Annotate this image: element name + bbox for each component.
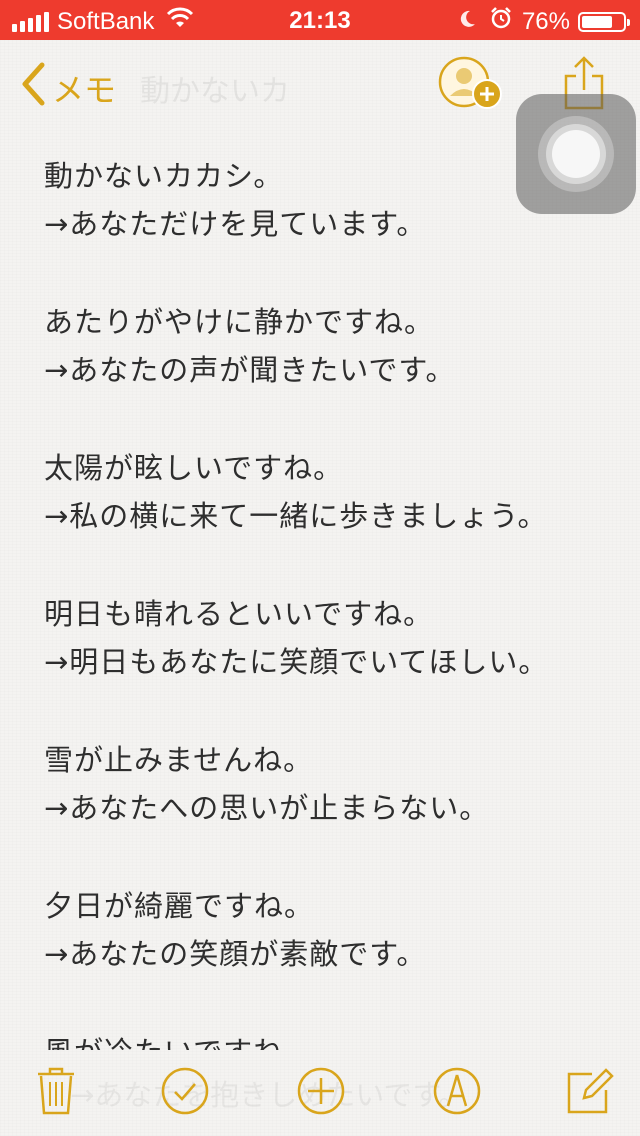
note-line: 明日も晴れるといいですね。	[44, 597, 434, 631]
assistive-touch-button[interactable]	[516, 94, 636, 214]
chevron-left-icon	[20, 62, 46, 114]
plus-circle-icon	[296, 1067, 346, 1120]
status-right: 76%	[458, 7, 630, 36]
add-person-button[interactable]	[438, 56, 506, 116]
note-line: →あなたの笑顔が素敵です。	[44, 937, 427, 971]
note-line: →あなたへの思いが止まらない。	[44, 791, 490, 825]
note-line: 夕日が綺麗ですね。	[44, 889, 315, 923]
assistive-touch-ring-inner	[552, 130, 600, 178]
sketch-button[interactable]	[432, 1066, 482, 1120]
note-body[interactable]: 動かないカカシ。 →あなただけを見ています。 あたりがやけに静かですね。 →あなたの声…	[44, 152, 624, 1050]
ghost-bottom-text: →あなたを抱きしめたいです。	[70, 1078, 468, 1112]
note-line: あたりがやけに静かですね。	[44, 305, 435, 339]
trash-icon	[36, 1067, 76, 1120]
delete-button[interactable]	[36, 1066, 76, 1120]
checklist-button[interactable]	[160, 1066, 210, 1120]
checkmark-circle-icon	[160, 1067, 210, 1120]
alarm-icon	[490, 7, 512, 36]
note-line: 風が冷たいですね。	[44, 1028, 624, 1050]
moon-icon	[458, 8, 476, 36]
battery-percent: 76%	[521, 7, 570, 35]
add-person-icon	[438, 56, 506, 116]
note-line: 太陽が眩しいですね。	[44, 451, 344, 485]
bottom-toolbar: →あなたを抱きしめたいです。	[0, 1050, 640, 1136]
status-bar: SoftBank 21:13 76%	[0, 0, 640, 40]
compose-icon	[566, 1068, 614, 1120]
back-label: メモ	[52, 71, 117, 109]
note-line: 雪が止みませんね。	[44, 743, 314, 777]
compose-button[interactable]	[566, 1066, 614, 1120]
battery-icon	[578, 11, 630, 32]
back-button[interactable]: メモ	[20, 62, 116, 114]
note-line: →明日もあなたに笑顔でいてほしい。	[44, 645, 549, 679]
add-button[interactable]	[296, 1066, 346, 1120]
ghost-nav-title: 動かないカ	[140, 74, 290, 109]
pen-tip-circle-icon	[432, 1067, 482, 1120]
note-line: →あなたの声が聞きたいです。	[44, 353, 456, 387]
note-line: →私の横に来て一緒に歩きましょう。	[44, 499, 548, 533]
